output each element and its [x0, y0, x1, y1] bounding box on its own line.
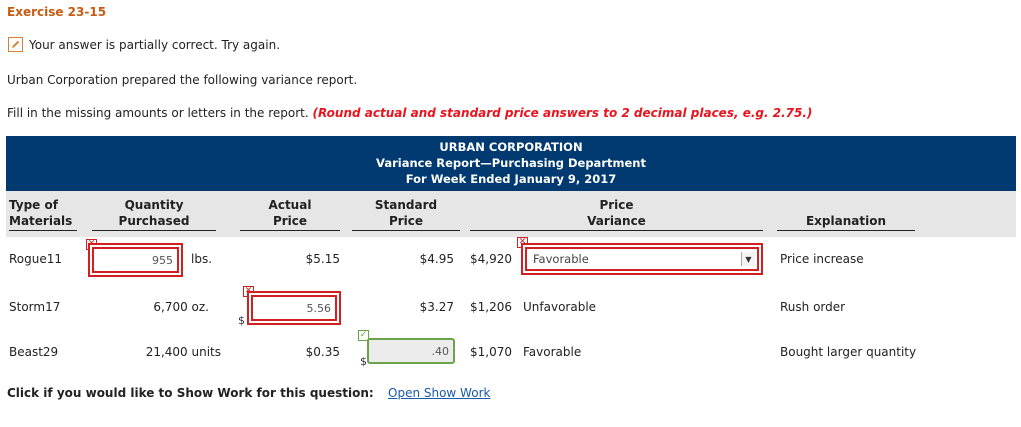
row1-quantity-unit: lbs.	[191, 252, 213, 266]
report-company: URBAN CORPORATION	[439, 140, 583, 154]
header-price-variance: Price Variance	[470, 197, 763, 231]
row3-variance-amount: $1,070	[470, 345, 512, 359]
row3-actual-price: $0.35	[305, 345, 340, 359]
show-work-prompt: Click if you would like to Show Work for…	[7, 386, 374, 400]
report-period: For Week Ended January 9, 2017	[405, 172, 617, 186]
row2-standard-price: $3.27	[419, 300, 454, 314]
row3-standard-dollar-sign: $	[360, 355, 367, 368]
dropdown-arrow-icon[interactable]: ▼	[741, 252, 755, 266]
row1-variance-select-value: Favorable	[533, 252, 589, 266]
header-actual-price: Actual Price	[240, 197, 340, 231]
row3-explanation: Bought larger quantity	[780, 345, 917, 359]
row1-actual-price: $5.15	[305, 252, 340, 266]
row1-standard-price: $4.95	[419, 252, 454, 266]
intro-text: Urban Corporation prepared the following…	[7, 73, 358, 87]
row2-variance-amount: $1,206	[470, 300, 512, 314]
row2-quantity: 6,700 oz.	[153, 300, 209, 314]
header-type-of-materials: Type of Materials	[9, 197, 77, 231]
row2-actual-dollar-sign: $	[238, 314, 245, 327]
status-message: Your answer is partially correct. Try ag…	[29, 37, 281, 52]
header-quantity-purchased: Quantity Purchased	[92, 197, 216, 231]
rounding-note: (Round actual and standard price answers…	[312, 106, 813, 120]
row1-explanation: Price increase	[780, 252, 864, 266]
row2-material: Storm17	[9, 300, 61, 314]
row1-material: Rogue11	[9, 252, 63, 266]
row1-variance-select[interactable]: Favorable ▼	[525, 247, 759, 271]
open-show-work-link[interactable]: Open Show Work	[388, 386, 490, 400]
row3-variance-type: Favorable	[523, 345, 582, 359]
row1-quantity-input[interactable]	[92, 247, 179, 273]
exercise-title: Exercise 23-15	[7, 5, 107, 19]
row2-explanation: Rush order	[780, 300, 846, 314]
report-banner: URBAN CORPORATION Variance Report—Purcha…	[6, 136, 1016, 191]
row3-standard-price-input[interactable]	[367, 338, 455, 364]
instructions-row: Fill in the missing amounts or letters i…	[7, 106, 812, 120]
status-message-row: Your answer is partially correct. Try ag…	[8, 37, 280, 52]
report-title: Variance Report—Purchasing Department	[376, 156, 646, 170]
row3-material: Beast29	[9, 345, 59, 359]
header-standard-price: Standard Price	[352, 197, 460, 231]
row1-variance-amount: $4,920	[470, 252, 512, 266]
pencil-icon	[8, 37, 23, 52]
row2-actual-price-input[interactable]	[251, 295, 337, 321]
row2-variance-type: Unfavorable	[523, 300, 597, 314]
instructions-text: Fill in the missing amounts or letters i…	[7, 106, 309, 120]
row3-quantity: 21,400 units	[145, 345, 221, 359]
header-explanation: Explanation	[777, 213, 915, 231]
